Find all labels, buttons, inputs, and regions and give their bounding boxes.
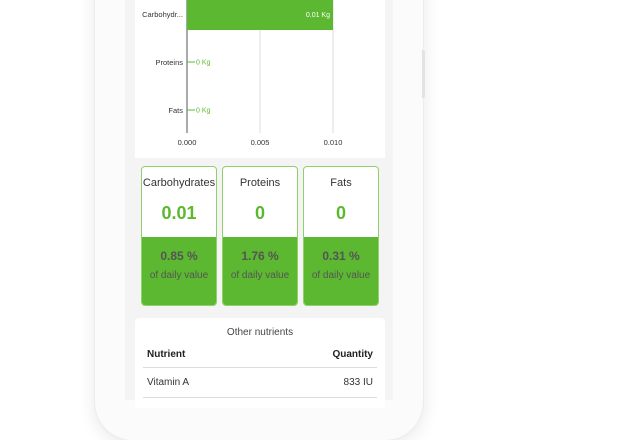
macro-daily-label: of daily value	[311, 270, 371, 281]
macro-value: 0	[335, 203, 346, 223]
x-tick-label: 0.010	[324, 138, 343, 147]
macro-card-proteins: Proteins 0 1.76 % of daily value	[222, 166, 298, 306]
macro-percent: 0.85 %	[160, 249, 198, 263]
category-label: Fats	[168, 106, 183, 115]
category-label: Carbohydr...	[142, 10, 183, 19]
other-nutrients-title: Other nutrients	[226, 327, 294, 338]
column-header-quantity: Quantity	[332, 349, 373, 360]
macro-value: 0.01	[161, 203, 197, 223]
header-divider	[143, 367, 377, 368]
macro-percent: 0.31 %	[322, 249, 360, 263]
nutrient-quantity: 833 IU	[343, 377, 373, 388]
category-label: Proteins	[155, 58, 183, 67]
macro-percent: 1.76 %	[241, 249, 279, 263]
other-nutrients-card: Other nutrients Nutrient Quantity Vitami…	[135, 318, 385, 408]
bar-value-label: 0 Kg	[196, 60, 211, 67]
macro-bar-chart: 0.000 0.005 0.010 Carbohydr... 0.01 Kg Protei…	[142, 0, 343, 147]
macro-name: Carbohydrates	[142, 177, 216, 189]
macro-daily-panel: 1.76 % of daily value	[223, 237, 297, 305]
macro-daily-panel: 0.31 % of daily value	[304, 237, 378, 305]
macro-name: Proteins	[239, 177, 281, 189]
phone-side-button	[422, 50, 425, 98]
x-tick-label: 0.000	[178, 138, 197, 147]
macro-card-fats: Fats 0 0.31 % of daily value	[303, 166, 379, 306]
macro-name: Fats	[330, 177, 352, 189]
bar-value-label: 0.01 Kg	[306, 12, 330, 19]
macro-card-carbohydrates: Carbohydrates 0.01 0.85 % of daily value	[141, 166, 217, 306]
x-tick-label: 0.005	[251, 138, 270, 147]
bar-value-label: 0 Kg	[196, 108, 211, 115]
macro-daily-panel: 0.85 % of daily value	[142, 237, 216, 305]
row-divider	[143, 397, 377, 398]
macro-value: 0	[254, 203, 265, 223]
macro-daily-label: of daily value	[149, 270, 209, 281]
column-header-nutrient: Nutrient	[147, 349, 186, 360]
macro-daily-label: of daily value	[230, 270, 290, 281]
nutrient-name: Vitamin A	[147, 377, 190, 388]
